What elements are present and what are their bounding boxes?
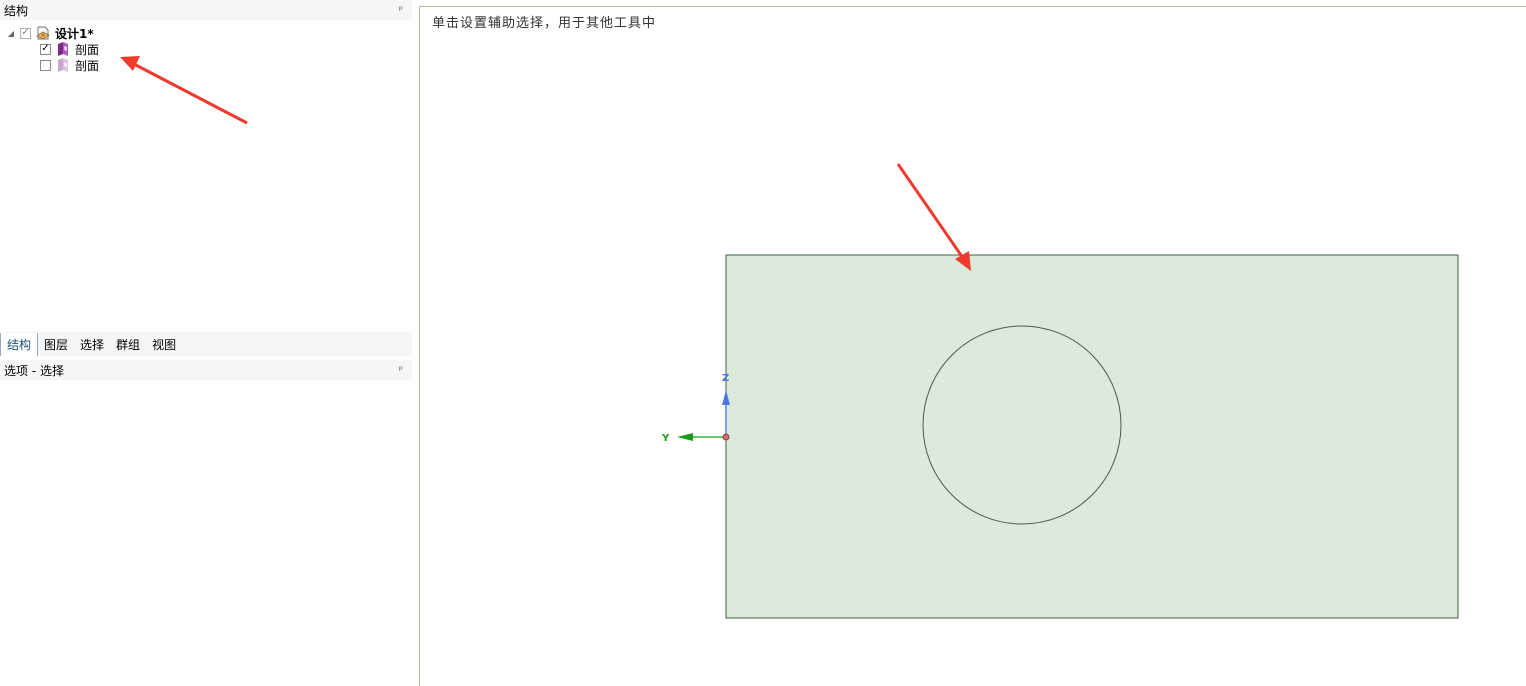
origin-point[interactable]	[722, 433, 730, 441]
annotation-arrow-tree	[120, 56, 248, 125]
sketch-rectangle[interactable]	[725, 254, 1459, 619]
y-axis-indicator	[677, 433, 726, 441]
y-axis-label: Y	[661, 433, 670, 444]
z-axis-label: Z	[722, 373, 729, 384]
design-canvas[interactable]: Z Y	[0, 0, 1526, 686]
